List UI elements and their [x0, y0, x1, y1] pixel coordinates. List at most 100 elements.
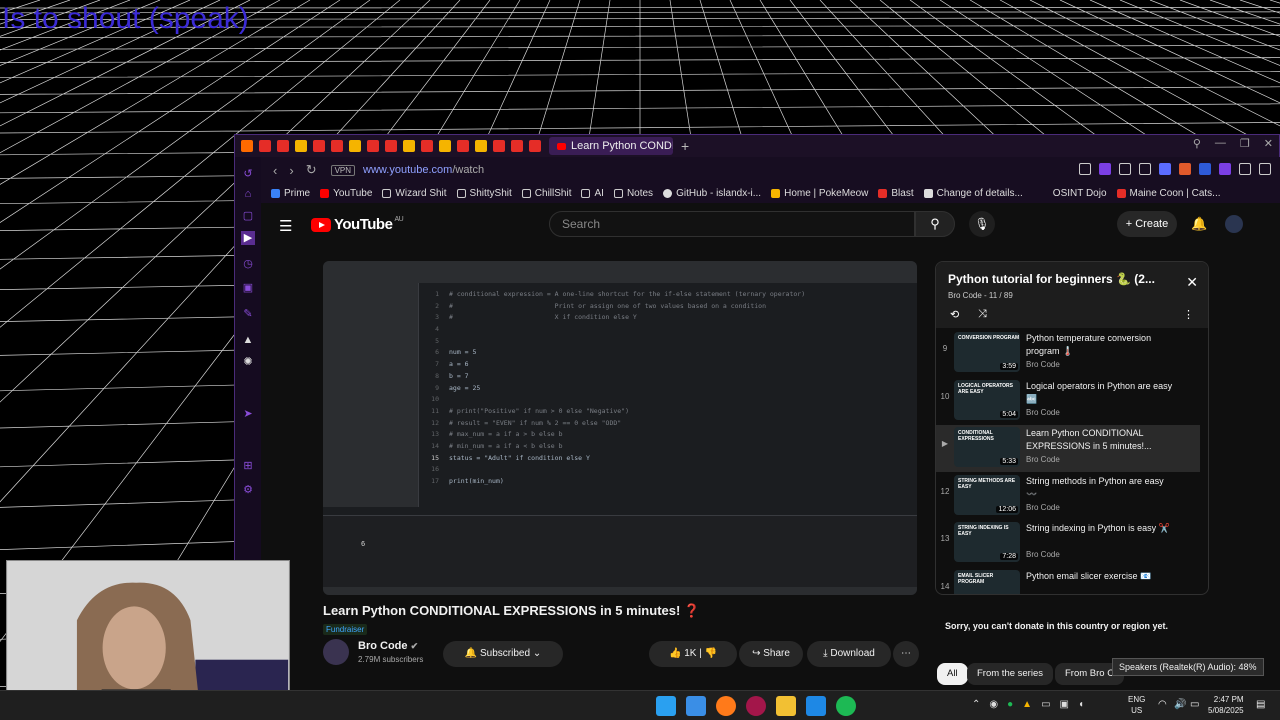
- bookmark-item[interactable]: Home | PokeMeow: [771, 188, 868, 199]
- tab-favicon[interactable]: [349, 140, 361, 152]
- create-button[interactable]: + Create: [1117, 211, 1177, 237]
- chevron-up-icon[interactable]: ⌃: [972, 699, 980, 710]
- language-indicator[interactable]: ENG US: [1128, 694, 1145, 716]
- tab-favicon[interactable]: [511, 140, 523, 152]
- chip-from-series[interactable]: From the series: [967, 663, 1053, 685]
- speaker-icon[interactable]: 🔊: [1174, 699, 1186, 710]
- bookmark-item[interactable]: Blast: [878, 188, 914, 199]
- tab-favicon[interactable]: [421, 140, 433, 152]
- tab-favicon[interactable]: [385, 140, 397, 152]
- menu-icon[interactable]: ☰: [279, 217, 292, 235]
- more-actions-button[interactable]: ⋯: [893, 641, 919, 667]
- search-input[interactable]: Search: [549, 211, 915, 237]
- home-icon[interactable]: ⌂: [241, 187, 255, 201]
- tab-favicon[interactable]: [529, 140, 541, 152]
- note-icon[interactable]: ✎: [241, 307, 255, 321]
- bookmark-item[interactable]: Wizard Shit: [382, 188, 447, 199]
- bookmark-item[interactable]: YouTube: [320, 188, 372, 199]
- more-options-icon[interactable]: ⋮: [1183, 308, 1194, 321]
- new-tab-button[interactable]: +: [681, 138, 689, 154]
- display-icon[interactable]: ▣: [1060, 699, 1069, 710]
- video-thumbnail[interactable]: CONVERSION PROGRAM 3:59: [954, 332, 1020, 372]
- playlist-item[interactable]: 9 CONVERSION PROGRAM 3:59 Python temperatur…: [936, 330, 1200, 377]
- youtube-logo[interactable]: YouTube AU: [311, 216, 404, 233]
- microphone-icon[interactable]: ◖: [1078, 699, 1084, 710]
- extension-icon[interactable]: [1179, 163, 1191, 175]
- bookmark-icon[interactable]: [1139, 163, 1151, 175]
- extension-icon[interactable]: [1219, 163, 1231, 175]
- workspace-icon[interactable]: ▣: [241, 281, 255, 295]
- opera-gx-icon[interactable]: [746, 696, 766, 716]
- maximize-button[interactable]: ❐: [1240, 137, 1250, 150]
- playlist-item[interactable]: 13 STRING INDEXING IS EASY 7:28 String inde…: [936, 520, 1200, 567]
- video-thumbnail[interactable]: EMAIL SLICER PROGRAM3:46: [954, 569, 1020, 594]
- microphone-icon[interactable]: 🎙: [969, 211, 995, 237]
- play-icon[interactable]: [1119, 163, 1131, 175]
- url-field[interactable]: www.youtube.com/watch: [363, 164, 484, 176]
- bookmark-item[interactable]: AI: [581, 188, 604, 199]
- video-thumbnail[interactable]: STRING METHODS ARE EASY 12:06: [954, 474, 1020, 515]
- bookmark-item[interactable]: Notes: [613, 188, 653, 199]
- openai-icon[interactable]: ✺: [241, 355, 255, 369]
- shuffle-icon[interactable]: ⤨: [978, 308, 987, 321]
- notification-icon[interactable]: ▤: [1256, 699, 1265, 710]
- close-icon[interactable]: ✕: [1186, 274, 1198, 291]
- steam-icon[interactable]: ◉: [989, 699, 998, 710]
- extension-icon[interactable]: [1199, 163, 1211, 175]
- calculator-icon[interactable]: [686, 696, 706, 716]
- playlist-item[interactable]: 14 EMAIL SLICER PROGRAM3:46 Python email s…: [936, 568, 1200, 594]
- search-button[interactable]: ⚲: [915, 211, 955, 237]
- tab-favicon[interactable]: [241, 140, 253, 152]
- player-icon[interactable]: ▶: [241, 231, 255, 245]
- settings-icon[interactable]: ⚙: [241, 483, 255, 497]
- wifi-icon[interactable]: ◠: [1158, 699, 1167, 710]
- warning-icon[interactable]: ▲: [1022, 699, 1032, 710]
- spotify-tray-icon[interactable]: ●: [1007, 699, 1013, 710]
- ai-icon[interactable]: ▲: [241, 333, 255, 347]
- subscribe-button[interactable]: 🔔 Subscribed ⌄: [443, 641, 563, 667]
- playlist-item-current[interactable]: ▶ CONDITIONAL EXPRESSIONS 5:33 Learn Python…: [936, 425, 1200, 472]
- avatar[interactable]: [1225, 215, 1243, 233]
- spotify-icon[interactable]: [836, 696, 856, 716]
- search-icon[interactable]: ⚲: [1193, 137, 1201, 150]
- tab-favicon[interactable]: [403, 140, 415, 152]
- channel-avatar[interactable]: [323, 639, 349, 665]
- tab-favicon[interactable]: [439, 140, 451, 152]
- bookmark-item[interactable]: ShittyShit: [456, 188, 512, 199]
- tab-favicon[interactable]: [277, 140, 289, 152]
- shield-icon[interactable]: [1099, 163, 1111, 175]
- video-thumbnail[interactable]: CONDITIONAL EXPRESSIONS 5:33: [954, 427, 1020, 467]
- bookmark-item[interactable]: ChillShit: [521, 188, 571, 199]
- send-icon[interactable]: ➤: [241, 407, 255, 421]
- bookmark-item[interactable]: OSINT Dojo: [1053, 188, 1107, 199]
- tab-favicon[interactable]: [295, 140, 307, 152]
- tab-favicon[interactable]: [493, 140, 505, 152]
- file-explorer-icon[interactable]: [776, 696, 796, 716]
- tab-favicon[interactable]: [457, 140, 469, 152]
- bookmark-icon[interactable]: ▢: [241, 209, 255, 223]
- firefox-icon[interactable]: [716, 696, 736, 716]
- video-thumbnail[interactable]: LOGICAL OPERATORS ARE EASY 5:04: [954, 379, 1020, 420]
- bookmark-item[interactable]: GitHub - islandx-i...: [663, 188, 761, 199]
- chip-all[interactable]: All: [937, 663, 968, 685]
- back-icon[interactable]: ‹: [273, 163, 277, 178]
- like-button[interactable]: 👍 1K | 👎: [649, 641, 737, 667]
- battery-icon[interactable]: ▭: [1190, 699, 1199, 710]
- video-thumbnail[interactable]: STRING INDEXING IS EASY 7:28: [954, 522, 1020, 562]
- vpn-badge[interactable]: VPN: [330, 164, 356, 176]
- forward-icon[interactable]: ›: [289, 163, 293, 178]
- fundraiser-badge[interactable]: Fundraiser: [323, 624, 368, 635]
- download-icon[interactable]: [1259, 163, 1271, 175]
- extension-icon[interactable]: [1159, 163, 1171, 175]
- playlist-item[interactable]: 10 LOGICAL OPERATORS ARE EASY 5:04 Logical …: [936, 378, 1200, 425]
- bell-icon[interactable]: 🔔: [1191, 216, 1207, 232]
- playlist-item[interactable]: 12 STRING METHODS ARE EASY 12:06 String met…: [936, 473, 1200, 520]
- playlist-title[interactable]: Python tutorial for beginners 🐍 (2...: [948, 272, 1155, 286]
- bookmark-item[interactable]: Maine Coon | Cats...: [1116, 188, 1221, 199]
- clock-icon[interactable]: ◷: [241, 257, 255, 271]
- bookmark-item[interactable]: Prime: [271, 188, 310, 199]
- bookmark-item[interactable]: Change of details...: [923, 188, 1023, 199]
- apps-icon[interactable]: ⊞: [241, 459, 255, 473]
- windows-start-icon[interactable]: [656, 696, 676, 716]
- video-player[interactable]: 1 # conditional expression = A one-line s…: [323, 261, 917, 595]
